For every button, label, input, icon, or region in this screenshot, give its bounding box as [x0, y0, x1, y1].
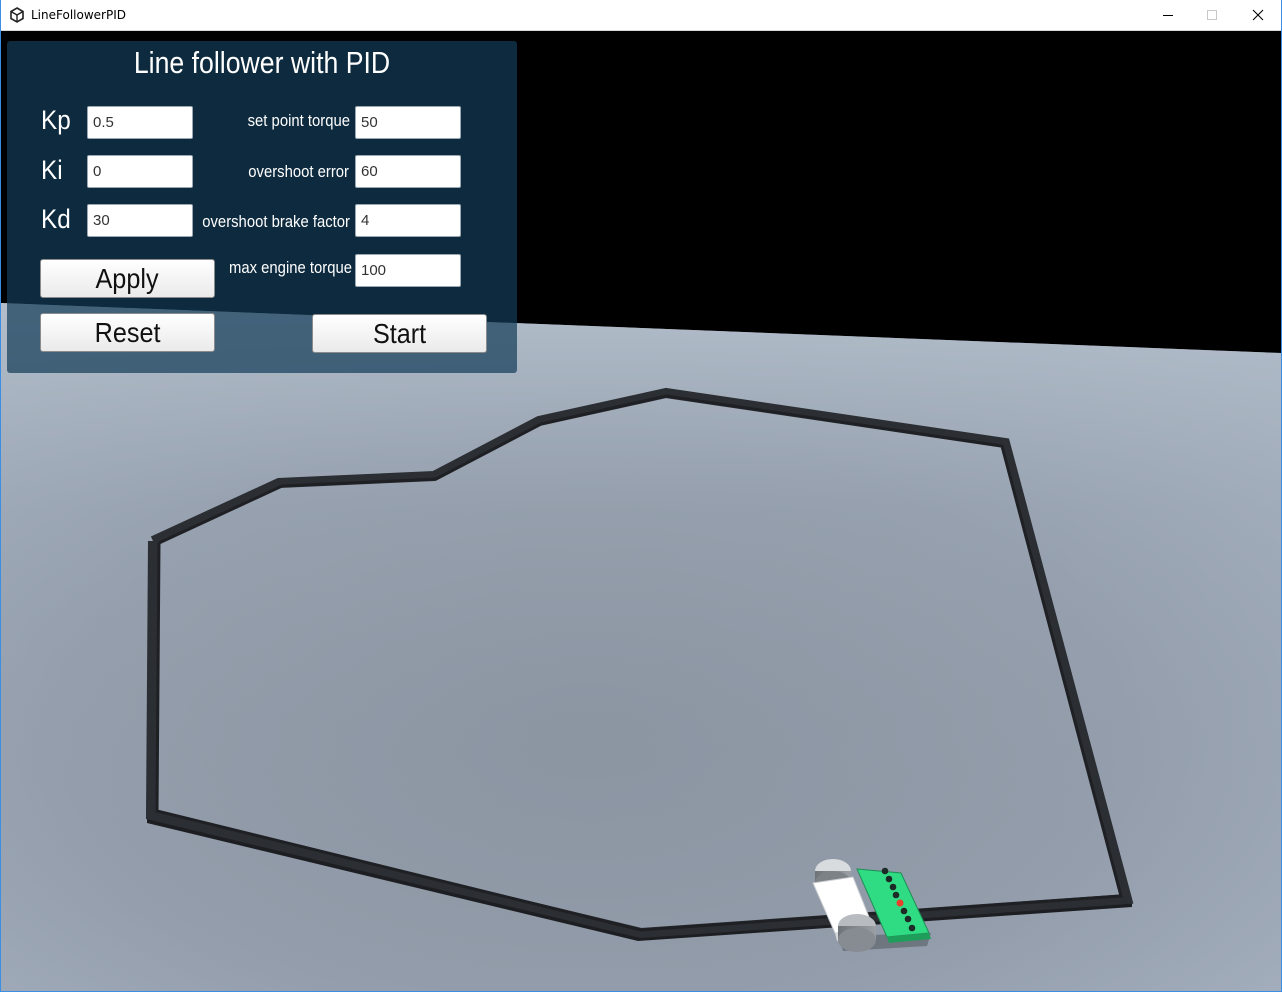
kp-label: Kp [41, 105, 71, 135]
minimize-button[interactable] [1145, 0, 1191, 30]
ki-label: Ki [41, 155, 63, 185]
set-point-torque-input[interactable] [355, 106, 461, 139]
overshoot-error-input[interactable] [355, 155, 461, 188]
reset-button-label: Reset [94, 316, 161, 348]
pid-control-panel: Line follower with PID Kp Ki Kd set poin… [7, 41, 517, 373]
overshoot-brake-factor-label: overshoot brake factor [202, 213, 350, 231]
window-titlebar: LineFollowerPID [0, 0, 1282, 31]
unity-logo-icon [10, 7, 24, 23]
apply-button[interactable]: Apply [40, 259, 215, 298]
maximize-icon [1207, 10, 1217, 20]
close-button[interactable] [1235, 0, 1281, 30]
set-point-torque-label: set point torque [247, 112, 350, 130]
overshoot-error-label: overshoot error [248, 163, 349, 181]
overshoot-brake-factor-input[interactable] [355, 204, 461, 237]
reset-button[interactable]: Reset [40, 313, 215, 352]
window-title: LineFollowerPID [31, 8, 126, 22]
max-engine-torque-input[interactable] [355, 254, 461, 287]
maximize-button[interactable] [1189, 0, 1235, 30]
close-icon [1252, 9, 1264, 21]
start-button-label: Start [372, 317, 427, 349]
panel-title: Line follower with PID [133, 45, 391, 80]
minimize-icon [1163, 15, 1173, 16]
start-button[interactable]: Start [312, 314, 487, 353]
kd-label: Kd [41, 204, 71, 234]
apply-button-label: Apply [95, 262, 160, 294]
